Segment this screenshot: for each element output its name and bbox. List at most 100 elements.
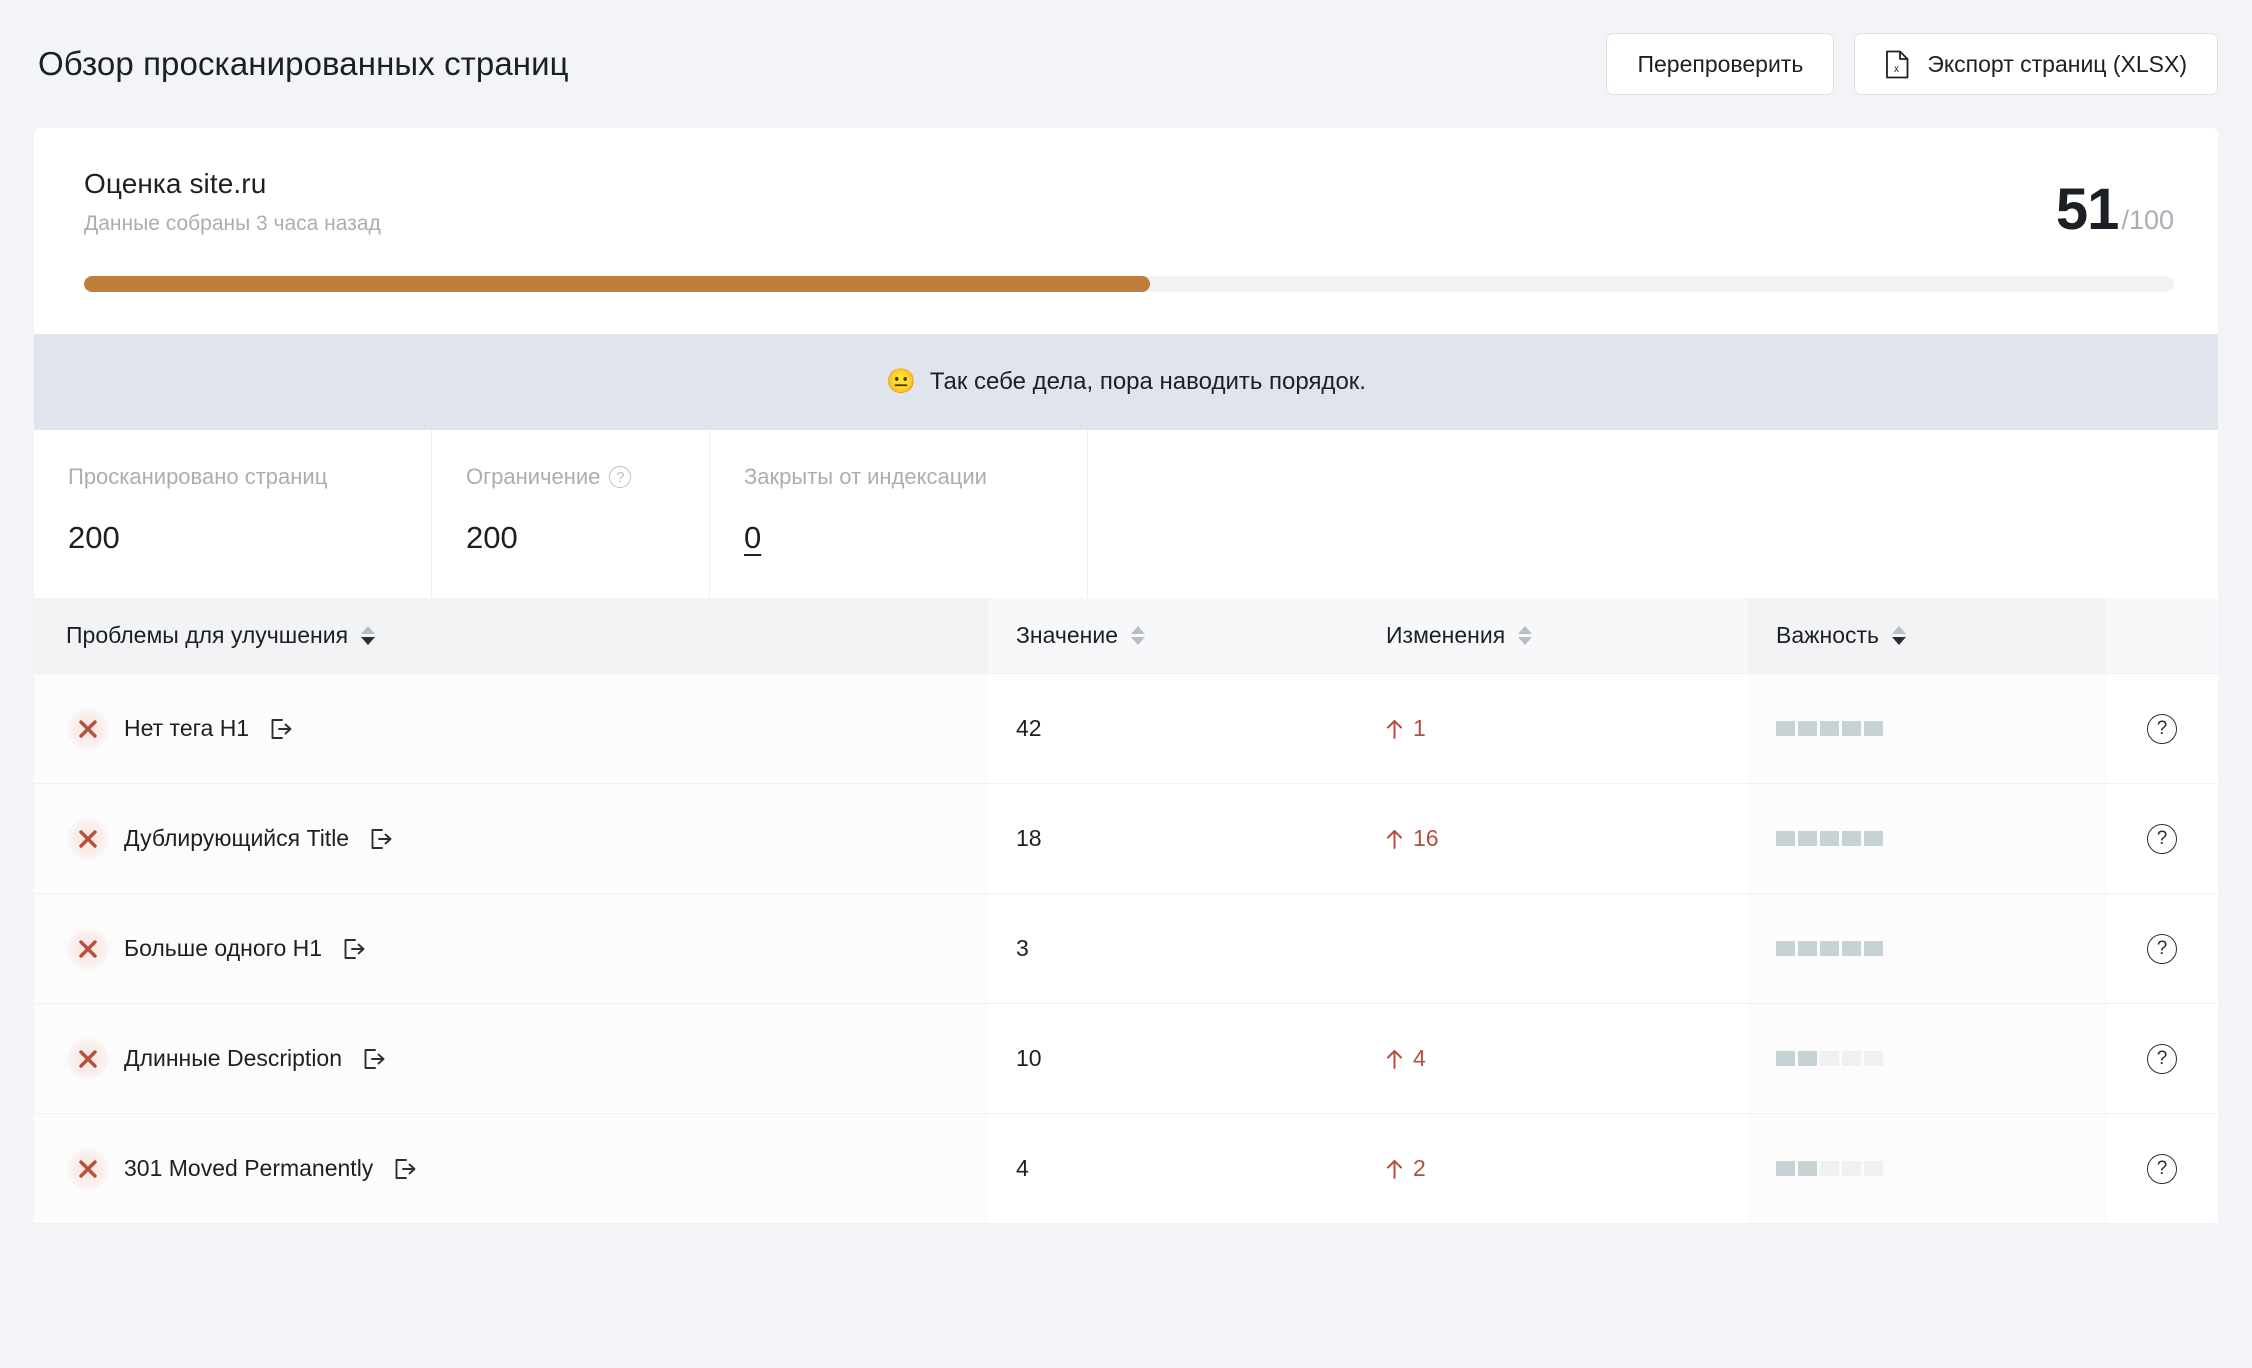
issue-wrap: Длинные Description xyxy=(66,1037,386,1081)
table-row[interactable]: Больше одного H1 3? xyxy=(34,894,2218,1004)
sort-asc-arrow xyxy=(1518,626,1532,634)
importance-segment xyxy=(1820,831,1839,846)
export-pages-button[interactable]: x Экспорт страниц (XLSX) xyxy=(1854,33,2218,95)
cell-value: 10 xyxy=(988,1004,1358,1113)
score-card-top: Оценка site.ru Данные собраны 3 часа наз… xyxy=(84,168,2174,243)
stat-label-text: Ограничение xyxy=(466,464,600,490)
table-row[interactable]: Нет тега H1 42 1? xyxy=(34,674,2218,784)
stat-value[interactable]: 0 xyxy=(744,520,1087,556)
cell-issue: Нет тега H1 xyxy=(34,674,988,783)
question-circle-icon[interactable]: ? xyxy=(2147,824,2177,854)
arrow-up-icon xyxy=(1386,1159,1403,1179)
neutral-face-icon: 😐 xyxy=(886,370,916,394)
importance-segment xyxy=(1798,721,1817,736)
stat-label-text: Просканировано страниц xyxy=(68,464,327,490)
issue-wrap: Больше одного H1 xyxy=(66,927,366,971)
importance-segment xyxy=(1864,831,1883,846)
cell-change: 16 xyxy=(1358,784,1748,893)
x-error-icon xyxy=(66,707,110,751)
column-header-importance-label: Важность xyxy=(1776,622,1879,649)
x-error-icon xyxy=(66,927,110,971)
issue-wrap: Дублирующийся Title xyxy=(66,817,393,861)
column-header-change[interactable]: Изменения xyxy=(1358,598,1748,673)
importance-segment xyxy=(1776,1161,1795,1176)
column-header-importance[interactable]: Важность xyxy=(1748,598,2106,673)
open-external-icon[interactable] xyxy=(342,937,366,961)
page-title: Обзор просканированных страниц xyxy=(38,45,569,83)
score-denominator: /100 xyxy=(2121,205,2174,236)
issues-table: Проблемы для улучшения Значение Изменени… xyxy=(34,598,2218,1224)
column-header-value[interactable]: Значение xyxy=(988,598,1358,673)
table-row[interactable]: Дублирующийся Title 1816? xyxy=(34,784,2218,894)
cell-change: 1 xyxy=(1358,674,1748,783)
importance-segment xyxy=(1820,1161,1839,1176)
importance-segment xyxy=(1864,1161,1883,1176)
stat-label: Просканировано страниц xyxy=(68,464,431,490)
recheck-button[interactable]: Перепроверить xyxy=(1606,33,1834,95)
stat-label: Закрыты от индексации xyxy=(744,464,1087,490)
open-external-icon[interactable] xyxy=(369,827,393,851)
importance-segment xyxy=(1842,721,1861,736)
open-external-icon[interactable] xyxy=(393,1157,417,1181)
sort-desc-arrow xyxy=(361,637,375,645)
score-progress-fill xyxy=(84,276,1150,292)
site-score-subtitle: Данные собраны 3 часа назад xyxy=(84,212,381,236)
importance-segment xyxy=(1798,831,1817,846)
table-row[interactable]: 301 Moved Permanently 4 2? xyxy=(34,1114,2218,1224)
cell-change xyxy=(1358,894,1748,1003)
change-value: 4 xyxy=(1386,1045,1426,1072)
arrow-up-icon xyxy=(1386,719,1403,739)
cell-issue: 301 Moved Permanently xyxy=(34,1114,988,1223)
value-number: 4 xyxy=(1016,1155,1029,1182)
change-number: 2 xyxy=(1413,1155,1426,1182)
importance-segment xyxy=(1820,721,1839,736)
importance-segment xyxy=(1864,1051,1883,1066)
question-circle-icon[interactable]: ? xyxy=(609,466,631,488)
importance-segment xyxy=(1776,831,1795,846)
cell-help: ? xyxy=(2106,784,2218,893)
importance-segment xyxy=(1798,941,1817,956)
stat-card-0: Просканировано страниц200 xyxy=(34,430,432,598)
cell-importance xyxy=(1748,1004,2106,1113)
importance-bar xyxy=(1776,941,1883,956)
cell-help: ? xyxy=(2106,894,2218,1003)
cell-change: 2 xyxy=(1358,1114,1748,1223)
importance-segment xyxy=(1776,721,1795,736)
stat-value: 200 xyxy=(466,520,709,556)
importance-segment xyxy=(1776,941,1795,956)
sort-arrows-icon-issue[interactable] xyxy=(361,626,375,645)
value-number: 3 xyxy=(1016,935,1029,962)
importance-segment xyxy=(1842,1161,1861,1176)
value-number: 42 xyxy=(1016,715,1042,742)
stat-label-text: Закрыты от индексации xyxy=(744,464,987,490)
table-row[interactable]: Длинные Description 10 4? xyxy=(34,1004,2218,1114)
stat-card-1: Ограничение? 200 xyxy=(432,430,710,598)
open-external-icon[interactable] xyxy=(362,1047,386,1071)
sort-arrows-icon-value[interactable] xyxy=(1131,626,1145,645)
x-error-icon xyxy=(66,1037,110,1081)
importance-bar xyxy=(1776,1161,1883,1176)
question-circle-icon[interactable]: ? xyxy=(2147,714,2177,744)
cell-issue: Длинные Description xyxy=(34,1004,988,1113)
sort-arrows-icon-importance[interactable] xyxy=(1892,626,1906,645)
svg-text:x: x xyxy=(1894,64,1899,75)
cell-value: 3 xyxy=(988,894,1358,1003)
issue-label: Дублирующийся Title xyxy=(124,825,349,852)
sort-arrows-icon-change[interactable] xyxy=(1518,626,1532,645)
cell-value: 18 xyxy=(988,784,1358,893)
cell-help: ? xyxy=(2106,1114,2218,1223)
arrow-up-icon xyxy=(1386,1049,1403,1069)
sort-asc-arrow xyxy=(361,626,375,634)
cell-importance xyxy=(1748,674,2106,783)
cell-issue: Дублирующийся Title xyxy=(34,784,988,893)
open-external-icon[interactable] xyxy=(269,717,293,741)
column-header-issue[interactable]: Проблемы для улучшения xyxy=(34,598,988,673)
recheck-button-label: Перепроверить xyxy=(1637,51,1803,78)
issue-label: Нет тега H1 xyxy=(124,715,249,742)
question-circle-icon[interactable]: ? xyxy=(2147,934,2177,964)
question-circle-icon[interactable]: ? xyxy=(2147,1154,2177,1184)
cell-issue: Больше одного H1 xyxy=(34,894,988,1003)
cell-help: ? xyxy=(2106,1004,2218,1113)
score-card-info: Оценка site.ru Данные собраны 3 часа наз… xyxy=(84,168,381,236)
question-circle-icon[interactable]: ? xyxy=(2147,1044,2177,1074)
